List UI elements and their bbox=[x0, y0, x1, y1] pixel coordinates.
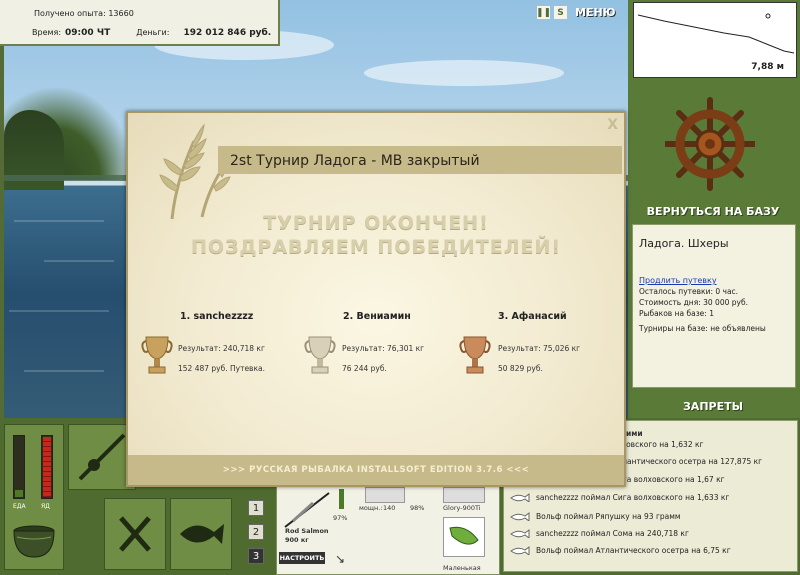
depth-value: 7,88 м bbox=[751, 62, 784, 72]
log-row: sanchezzzz поймал Сига волховского на 1,… bbox=[510, 493, 729, 502]
poison-label: ЯД bbox=[41, 503, 50, 510]
log-text: Вольф поймал Ряпушку на 93 грамм bbox=[536, 512, 681, 521]
power-value: 140 bbox=[383, 504, 396, 512]
poison-gauge-fill bbox=[43, 437, 51, 497]
fish-icon bbox=[510, 529, 530, 538]
setup-button[interactable]: НАСТРОИТЬ bbox=[279, 552, 325, 564]
winner-2-name: 2. Вениамин bbox=[343, 311, 411, 322]
cloud bbox=[364, 60, 564, 86]
line-slot[interactable] bbox=[443, 487, 485, 503]
fishing-rod-icon bbox=[78, 433, 126, 481]
day-cost: Стоимость дня: 30 000 руб. bbox=[639, 298, 748, 307]
winner-3-prize: 50 829 руб. bbox=[498, 364, 543, 373]
time-money-row: Время: 09:00 ЧТ Деньги: 192 012 846 руб. bbox=[32, 28, 271, 38]
cast-arrow-icon[interactable]: ↘ bbox=[335, 552, 345, 566]
wave bbox=[14, 220, 104, 222]
winner-3-result: Результат: 75,026 кг bbox=[498, 344, 581, 353]
reel-name: Glory-900Ti bbox=[443, 504, 481, 512]
rod-icon bbox=[284, 492, 330, 528]
fish-icon bbox=[510, 546, 530, 555]
base-info: Ладога. Шхеры Продлить путевку Осталось … bbox=[632, 224, 796, 388]
food-slot[interactable] bbox=[104, 498, 166, 570]
close-button[interactable]: X bbox=[607, 117, 618, 133]
wave bbox=[44, 260, 114, 262]
experience-row: Получено опыта: 13660 bbox=[34, 9, 134, 18]
permit-remaining: Осталось путевки: 0 час. bbox=[639, 287, 739, 296]
location-name: Ладога. Шхеры bbox=[639, 237, 729, 250]
reel-slot[interactable] bbox=[365, 487, 405, 503]
log-header: ими bbox=[626, 429, 643, 438]
lure-icon bbox=[449, 526, 479, 545]
tournament-over-heading: ТУРНИР ОКОНЧЕН! bbox=[263, 212, 489, 234]
wave bbox=[24, 370, 104, 372]
gold-cup-icon bbox=[141, 336, 173, 374]
congratulations-heading: ПОЗДРАВЛЯЕМ ПОБЕДИТЕЛЕЙ! bbox=[190, 236, 562, 258]
tournament-results-dialog: X 2st Турнир Ладога - МВ закрытый ТУРНИР… bbox=[126, 111, 626, 487]
lure-name: Маленькая bbox=[443, 564, 481, 572]
rod-wear-bar bbox=[339, 489, 344, 509]
money-value: 192 012 846 руб. bbox=[183, 28, 272, 38]
log-row: sanchezzzz поймал Сома на 240,718 кг bbox=[510, 529, 689, 538]
sound-icon[interactable]: S bbox=[554, 6, 567, 19]
food-gauge bbox=[13, 435, 25, 499]
log-row: Вольф поймал Ряпушку на 93 грамм bbox=[510, 512, 681, 521]
fork-knife-icon bbox=[119, 516, 151, 552]
cauldron-icon[interactable] bbox=[9, 517, 59, 561]
extend-permit-link[interactable]: Продлить путевку bbox=[639, 276, 789, 285]
wave bbox=[9, 310, 109, 312]
menu-button[interactable]: МЕНЮ bbox=[575, 6, 616, 19]
silver-cup-icon bbox=[304, 336, 336, 374]
winner-2-result: Результат: 76,301 кг bbox=[342, 344, 425, 353]
food-label: ЕДА bbox=[13, 503, 26, 510]
dialog-footer: >>> РУССКАЯ РЫБАЛКА INSTALLSOFT EDITION … bbox=[128, 455, 624, 485]
top-menu: ❚❚ S МЕНЮ bbox=[536, 6, 616, 19]
experience-label: Получено опыта: bbox=[34, 9, 106, 18]
lure-slot[interactable] bbox=[443, 517, 485, 557]
log-text: sanchezzzz поймал Сига волховского на 1,… bbox=[536, 493, 730, 502]
fish-icon bbox=[180, 524, 224, 544]
float-marker bbox=[765, 13, 771, 19]
tab-2[interactable]: 2 bbox=[248, 524, 264, 540]
fish-icon bbox=[510, 512, 530, 521]
return-to-base-button[interactable]: ВЕРНУТЬСЯ НА БАЗУ bbox=[628, 200, 798, 222]
status-gauges: ЕДА ЯД bbox=[4, 424, 64, 570]
rod-percent: 97% bbox=[333, 514, 348, 522]
poison-gauge bbox=[41, 435, 53, 499]
power-percent: 98% bbox=[410, 504, 425, 512]
winner-3-name: 3. Афанасий bbox=[498, 311, 567, 322]
player-info: Получено опыта: 13660 Время: 09:00 ЧТ Де… bbox=[0, 0, 280, 46]
log-row: Вольф поймал Атлантического осетра на 6,… bbox=[510, 546, 731, 555]
dialog-title: 2st Турнир Ладога - МВ закрытый bbox=[230, 153, 480, 169]
pause-icon[interactable]: ❚❚ bbox=[536, 6, 551, 19]
money-label: Деньги: bbox=[136, 28, 170, 37]
experience-value: 13660 bbox=[108, 9, 134, 18]
tournaments-status: Турниры на базе: не объявлены bbox=[639, 324, 766, 333]
winner-2-prize: 76 244 руб. bbox=[342, 364, 387, 373]
fish-icon bbox=[510, 493, 530, 502]
rod-weight: 900 кг bbox=[285, 536, 309, 544]
tab-3[interactable]: 3 bbox=[248, 548, 264, 564]
tab-1[interactable]: 1 bbox=[248, 500, 264, 516]
winner-1-result: Результат: 240,718 кг bbox=[178, 344, 265, 353]
time-label: Время: bbox=[32, 28, 62, 37]
rod-name: Rod Salmon bbox=[285, 527, 329, 535]
bronze-cup-icon bbox=[459, 336, 491, 374]
depth-chart: 7,88 м bbox=[633, 2, 797, 78]
food-gauge-fill bbox=[15, 489, 23, 497]
winner-1-name: 1. sanchezzzz bbox=[180, 311, 254, 322]
winner-1-prize: 152 487 руб. Путевка. bbox=[178, 364, 265, 373]
log-text: sanchezzzz поймал Сома на 240,718 кг bbox=[536, 529, 689, 538]
bans-button[interactable]: ЗАПРЕТЫ bbox=[628, 396, 798, 416]
log-text: Вольф поймал Атлантического осетра на 6,… bbox=[536, 546, 731, 555]
fish-cage-slot[interactable] bbox=[170, 498, 232, 570]
time-value: 09:00 ЧТ bbox=[65, 28, 111, 38]
ship-wheel-icon[interactable] bbox=[663, 96, 757, 192]
power-label: мощн.: bbox=[359, 504, 383, 512]
fishers-count: Рыбаков на базе: 1 bbox=[639, 309, 714, 318]
